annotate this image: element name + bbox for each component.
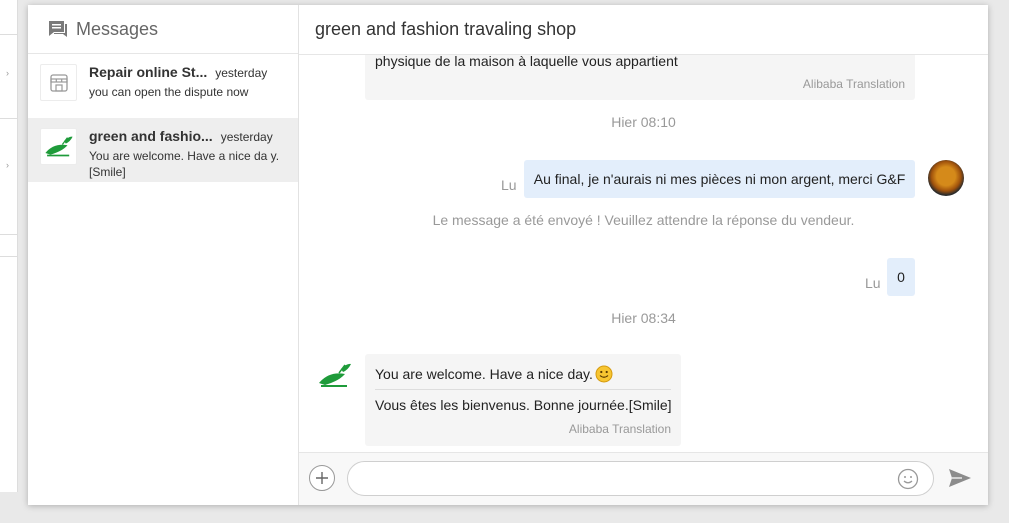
time-separator: Hier 08:34 xyxy=(611,310,676,326)
smiley-icon[interactable] xyxy=(897,468,919,490)
send-icon[interactable] xyxy=(948,468,972,488)
incoming-message: You are welcome. Have a nice day. Vous ê… xyxy=(365,354,681,446)
divider xyxy=(0,256,18,257)
sidebar-title: Messages xyxy=(76,18,159,39)
sidebar-header: Messages xyxy=(28,5,298,54)
translation-label: Alibaba Translation xyxy=(568,422,671,436)
translation-label: Alibaba Translation xyxy=(802,77,905,91)
conversation-time: yesterday xyxy=(220,130,273,144)
conversation-name: green and fashio... xyxy=(89,128,213,144)
time-separator: Hier 08:10 xyxy=(611,114,676,130)
divider xyxy=(375,389,671,390)
translation-text: Vous êtes les bienvenus. Bonne journée.[… xyxy=(375,397,672,413)
background-page: › › xyxy=(0,0,18,492)
store-icon xyxy=(40,64,77,101)
chevron-icon: › xyxy=(6,160,9,170)
chat-title: green and fashion travaling shop xyxy=(299,5,988,55)
conversation-time: yesterday xyxy=(215,66,268,80)
read-status: Lu xyxy=(865,275,881,291)
conversation-preview: You are welcome. Have a nice da y.[Smile… xyxy=(89,149,280,179)
conversation-preview: you can open the dispute now xyxy=(89,85,249,99)
chat-panel: green and fashion travaling shop physiqu… xyxy=(299,5,988,505)
seller-logo-icon xyxy=(40,128,77,165)
message-input[interactable] xyxy=(347,461,934,496)
system-note: Le message a été envoyé ! Veuillez atten… xyxy=(432,212,855,228)
message-text: physique de la maison à laquelle vous ap… xyxy=(375,55,678,69)
message-list[interactable]: physique de la maison à laquelle vous ap… xyxy=(299,55,988,452)
chat-bubble-icon xyxy=(49,21,67,37)
conversation-item-green-fashion[interactable]: green and fashio... yesterday You are we… xyxy=(28,118,298,182)
conversation-sidebar: Messages Repair online St... yesterday y… xyxy=(28,5,299,505)
divider xyxy=(0,118,18,119)
conversation-item-repair-online[interactable]: Repair online St... yesterday you can op… xyxy=(28,54,298,118)
divider xyxy=(0,34,18,35)
outgoing-message: Au final, je n'aurais ni mes pièces ni m… xyxy=(524,160,915,198)
user-avatar xyxy=(928,160,964,196)
conversation-name: Repair online St... xyxy=(89,64,208,80)
smiley-icon xyxy=(595,365,613,383)
outgoing-message: 0 xyxy=(887,258,915,296)
incoming-message: physique de la maison à laquelle vous ap… xyxy=(365,55,915,100)
messages-window: Messages Repair online St... yesterday y… xyxy=(28,5,988,505)
divider xyxy=(0,234,18,235)
read-status: Lu xyxy=(501,177,517,193)
chevron-icon: › xyxy=(6,68,9,78)
seller-logo-icon xyxy=(319,363,351,387)
plus-icon[interactable] xyxy=(309,465,335,491)
message-text: You are welcome. Have a nice day. xyxy=(375,366,593,382)
composer-bar xyxy=(299,452,988,505)
